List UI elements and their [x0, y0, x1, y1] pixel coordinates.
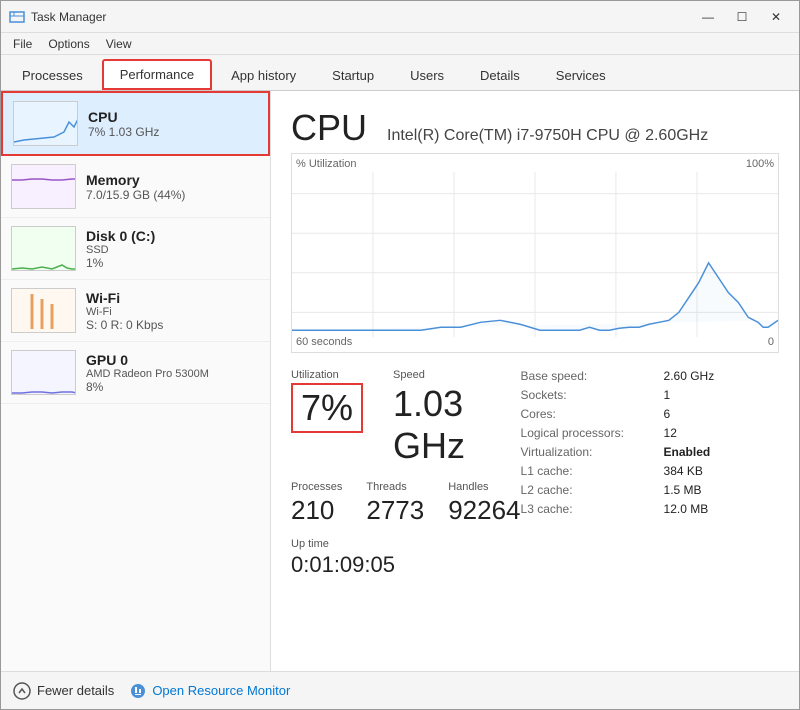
spec-l3: L3 cache: 12.0 MB: [521, 502, 781, 516]
sidebar-item-memory[interactable]: Memory 7.0/15.9 GB (44%): [1, 156, 270, 218]
minimize-button[interactable]: —: [693, 7, 723, 27]
processes-value: 210: [291, 495, 342, 526]
specs-panel: Base speed: 2.60 GHz Sockets: 1 Cores: 6: [521, 369, 781, 578]
metrics-area: Utilization 7% Speed 1.03 GHz Processes …: [291, 369, 779, 578]
bottom-bar: Fewer details Open Resource Monitor: [1, 671, 799, 709]
utilization-value: 7%: [291, 383, 363, 433]
spec-logical: Logical processors: 12: [521, 426, 781, 440]
handles-block: Handles 92264: [448, 481, 520, 526]
threads-label: Threads: [366, 481, 424, 493]
gpu-model: AMD Radeon Pro 5300M: [86, 368, 260, 380]
main-panel: CPU Intel(R) Core(TM) i7-9750H CPU @ 2.6…: [271, 91, 799, 671]
threads-value: 2773: [366, 495, 424, 526]
window-title: Task Manager: [31, 10, 106, 24]
close-button[interactable]: ✕: [761, 7, 791, 27]
title-bar: Task Manager — ☐ ✕: [1, 1, 799, 33]
tab-users[interactable]: Users: [393, 61, 461, 90]
app-icon: [9, 9, 25, 25]
menu-options[interactable]: Options: [40, 35, 97, 53]
tab-processes[interactable]: Processes: [5, 61, 100, 90]
sidebar: CPU 7% 1.03 GHz Memory 7.0/15.9 GB (44%): [1, 91, 271, 671]
disk-info: Disk 0 (C:) SSD 1%: [86, 228, 260, 270]
processes-label: Processes: [291, 481, 342, 493]
speed-block: Speed 1.03 GHz: [393, 369, 520, 467]
spec-cores: Cores: 6: [521, 407, 781, 421]
spec-l1: L1 cache: 384 KB: [521, 464, 781, 478]
disk-usage: 1%: [86, 256, 260, 270]
tab-startup[interactable]: Startup: [315, 61, 391, 90]
fewer-details-button[interactable]: Fewer details: [13, 682, 114, 700]
utilization-block: Utilization 7%: [291, 369, 363, 433]
spec-virtualization: Virtualization: Enabled: [521, 445, 781, 459]
uptime-label: Up time: [291, 538, 521, 550]
uptime-value: 0:01:09:05: [291, 552, 521, 578]
gpu-usage: 8%: [86, 380, 260, 394]
gpu-thumbnail: [11, 350, 76, 395]
sidebar-item-disk[interactable]: Disk 0 (C:) SSD 1%: [1, 218, 270, 280]
utilization-label: Utilization: [291, 369, 363, 381]
menu-bar: File Options View: [1, 33, 799, 55]
wifi-thumbnail: [11, 288, 76, 333]
speed-label: Speed: [393, 369, 520, 381]
threads-block: Threads 2773: [366, 481, 424, 526]
tab-details[interactable]: Details: [463, 61, 537, 90]
disk-thumbnail: [11, 226, 76, 271]
tab-app-history[interactable]: App history: [214, 61, 313, 90]
menu-file[interactable]: File: [5, 35, 40, 53]
disk-name: Disk 0 (C:): [86, 228, 260, 244]
main-title: CPU: [291, 107, 367, 149]
handles-label: Handles: [448, 481, 520, 493]
cpu-name: CPU: [88, 109, 258, 125]
menu-view[interactable]: View: [98, 35, 140, 53]
tab-bar: Processes Performance App history Startu…: [1, 55, 799, 91]
cpu-info: CPU 7% 1.03 GHz: [88, 109, 258, 139]
maximize-button[interactable]: ☐: [727, 7, 757, 27]
main-subtitle: Intel(R) Core(TM) i7-9750H CPU @ 2.60GHz: [387, 127, 708, 145]
sidebar-item-cpu[interactable]: CPU 7% 1.03 GHz: [1, 91, 270, 156]
spec-sockets: Sockets: 1: [521, 388, 781, 402]
task-manager-window: Task Manager — ☐ ✕ File Options View Pro…: [0, 0, 800, 710]
fewer-details-label: Fewer details: [37, 683, 114, 698]
gpu-name: GPU 0: [86, 352, 260, 368]
uptime-block: Up time 0:01:09:05: [291, 538, 521, 578]
content-area: CPU 7% 1.03 GHz Memory 7.0/15.9 GB (44%): [1, 91, 799, 671]
sidebar-item-gpu[interactable]: GPU 0 AMD Radeon Pro 5300M 8%: [1, 342, 270, 404]
left-metrics: Utilization 7% Speed 1.03 GHz Processes …: [291, 369, 521, 578]
disk-type: SSD: [86, 244, 260, 256]
wifi-type: Wi-Fi: [86, 306, 260, 318]
resource-monitor-label: Open Resource Monitor: [152, 683, 290, 698]
main-header: CPU Intel(R) Core(TM) i7-9750H CPU @ 2.6…: [291, 107, 779, 149]
memory-name: Memory: [86, 172, 260, 188]
cpu-chart: % Utilization 100% 60 seconds 0: [291, 153, 779, 353]
resource-monitor-icon: [130, 683, 146, 699]
memory-detail: 7.0/15.9 GB (44%): [86, 188, 260, 202]
tab-performance[interactable]: Performance: [102, 59, 212, 90]
gpu-info: GPU 0 AMD Radeon Pro 5300M 8%: [86, 352, 260, 394]
wifi-info: Wi-Fi Wi-Fi S: 0 R: 0 Kbps: [86, 290, 260, 332]
memory-thumbnail: [11, 164, 76, 209]
wifi-name: Wi-Fi: [86, 290, 260, 306]
wifi-speed: S: 0 R: 0 Kbps: [86, 318, 260, 332]
processes-block: Processes 210: [291, 481, 342, 526]
memory-info: Memory 7.0/15.9 GB (44%): [86, 172, 260, 202]
resource-monitor-button[interactable]: Open Resource Monitor: [130, 683, 290, 699]
spec-basespeed: Base speed: 2.60 GHz: [521, 369, 781, 383]
speed-value: 1.03 GHz: [393, 383, 520, 467]
handles-value: 92264: [448, 495, 520, 526]
cpu-thumbnail: [13, 101, 78, 146]
spec-l2: L2 cache: 1.5 MB: [521, 483, 781, 497]
window-controls: — ☐ ✕: [693, 7, 791, 27]
cpu-detail: 7% 1.03 GHz: [88, 125, 258, 139]
sidebar-item-wifi[interactable]: Wi-Fi Wi-Fi S: 0 R: 0 Kbps: [1, 280, 270, 342]
chevron-up-icon: [13, 682, 31, 700]
tab-services[interactable]: Services: [539, 61, 623, 90]
